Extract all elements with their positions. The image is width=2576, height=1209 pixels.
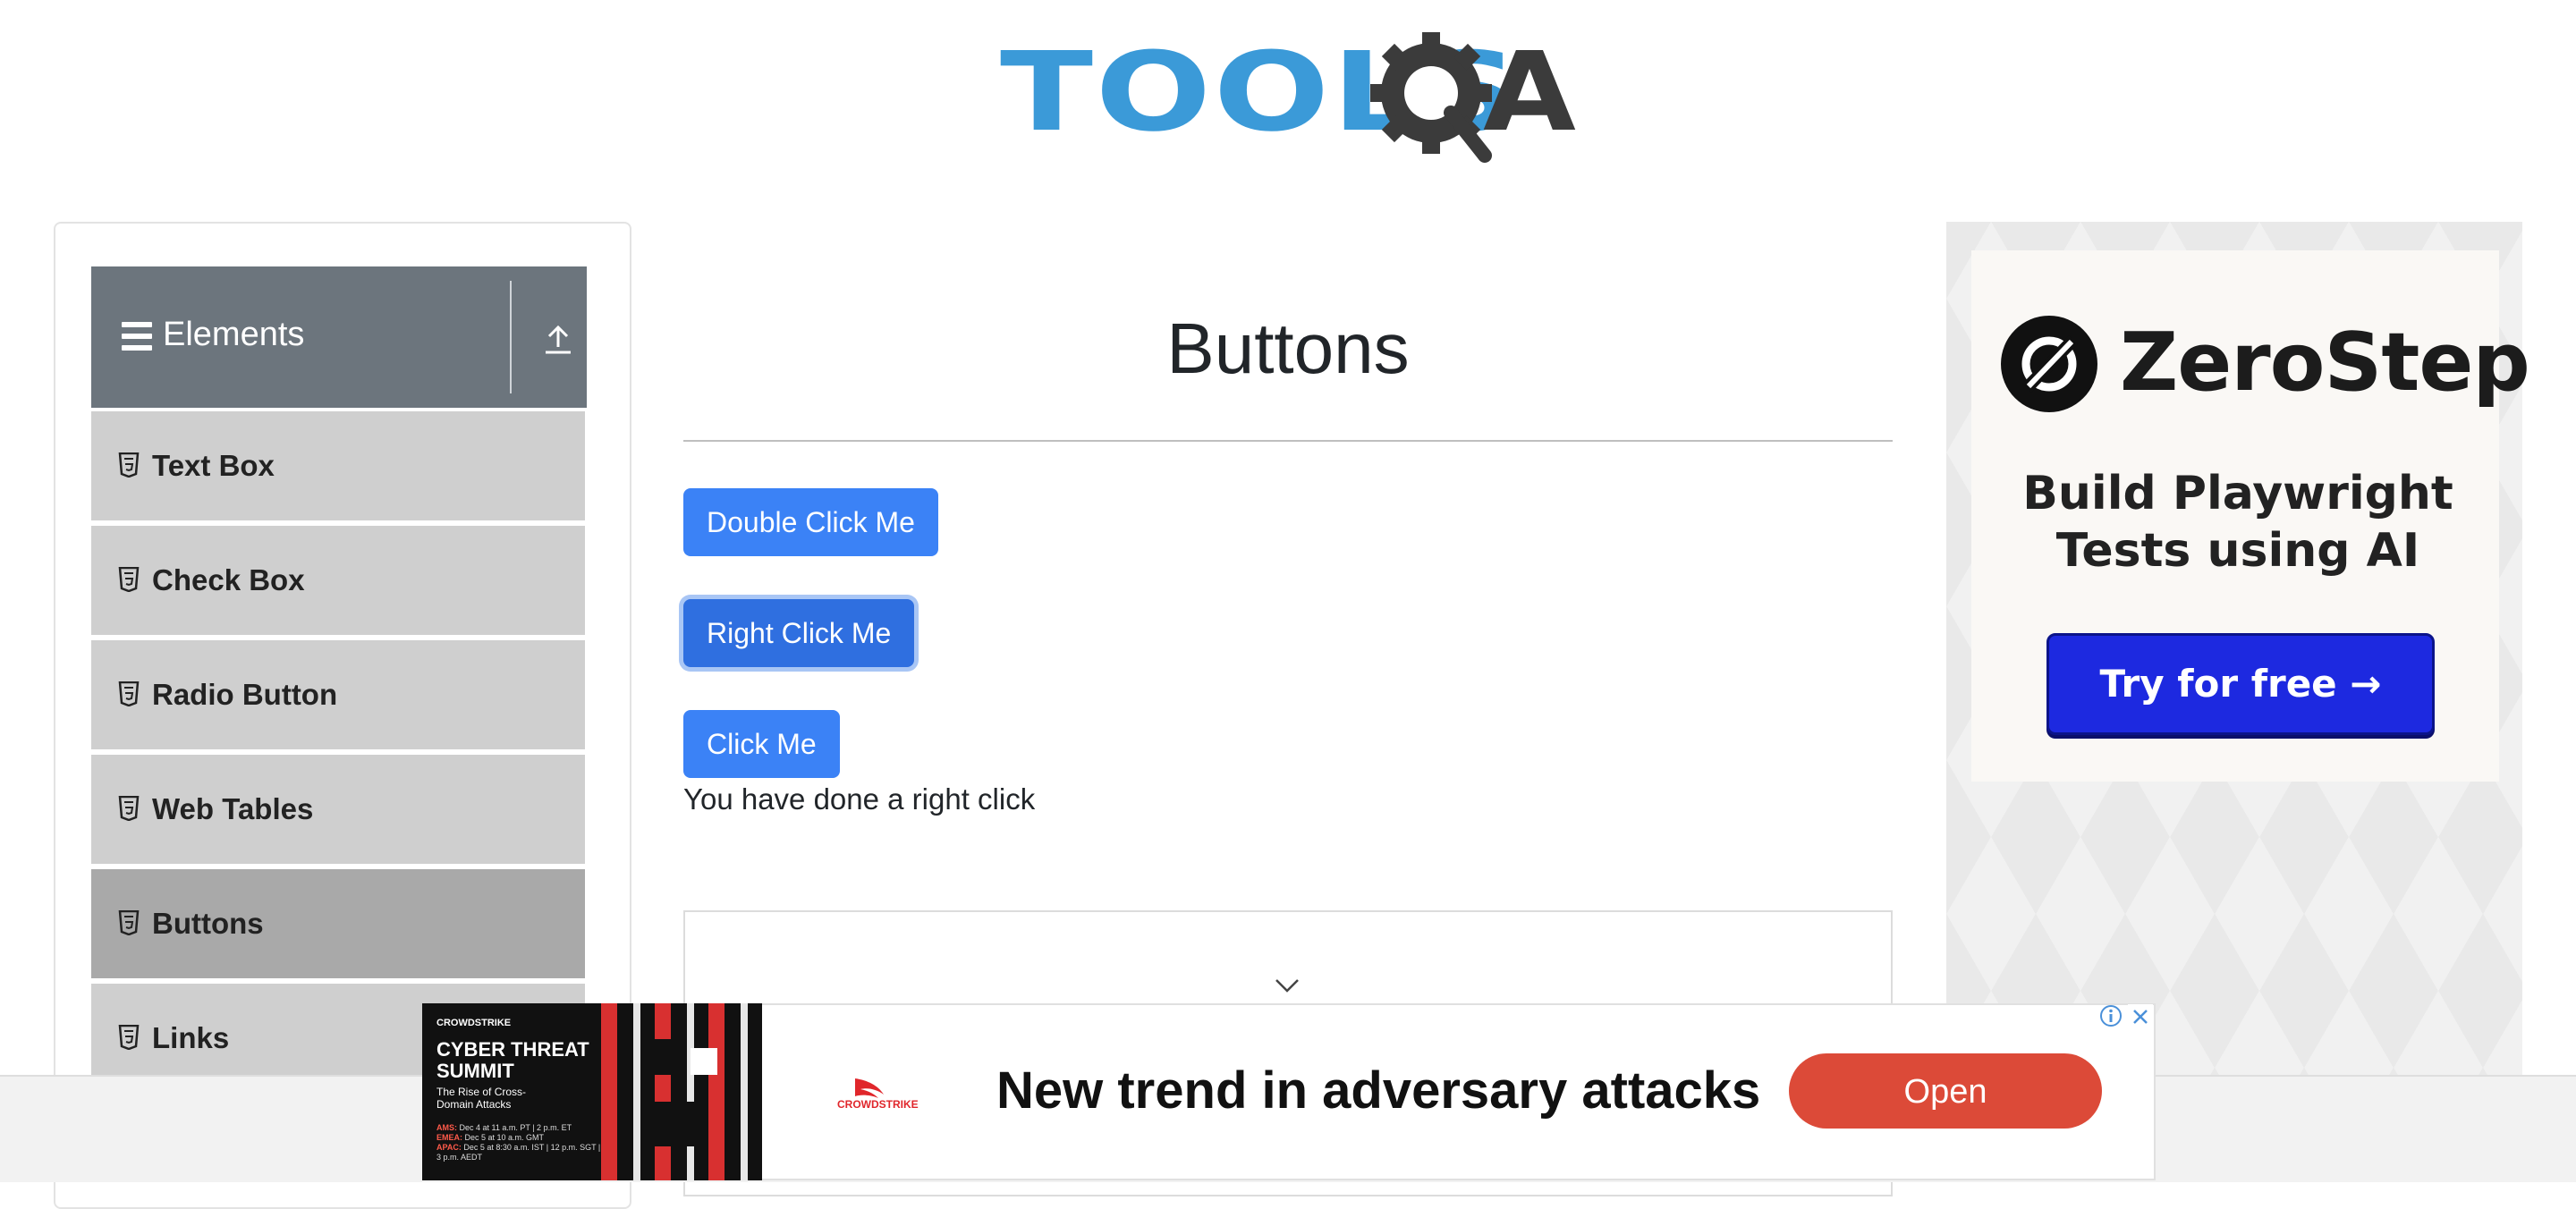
try-for-free-button[interactable]: Try for free →: [2046, 633, 2435, 735]
collapse-upload-icon[interactable]: [540, 322, 576, 358]
right-click-button[interactable]: Right Click Me: [683, 599, 915, 667]
click-me-button[interactable]: Click Me: [683, 710, 840, 778]
banner-event-title: CYBER THREAT SUMMIT: [436, 1038, 589, 1082]
zerostep-tagline: Build Playwright Tests using AI: [2022, 467, 2453, 578]
chevron-down-icon[interactable]: [1274, 975, 1301, 998]
banner-brand-small: CROWDSTRIKE: [436, 1018, 512, 1028]
page-title: Buttons: [1166, 309, 1410, 388]
elements-group-header[interactable]: Elements: [91, 266, 587, 408]
sidebar-item-label: Radio Button: [152, 678, 338, 711]
sidebar-item-radio-button[interactable]: Radio Button: [91, 638, 585, 749]
toolsqa-logo[interactable]: TOOLS A: [1000, 25, 1581, 168]
sidebar-item-web-tables[interactable]: Web Tables: [91, 753, 585, 864]
ad-info-icon[interactable]: [2098, 1003, 2123, 1028]
banner-headline: New trend in adversary attacks: [996, 1061, 1761, 1120]
html5-icon: [118, 1025, 140, 1050]
crowdstrike-logo-text: CROWDSTRIKE: [837, 1098, 919, 1111]
sidebar-item-label: Check Box: [152, 563, 305, 596]
sidebar-item-check-box[interactable]: Check Box: [91, 524, 585, 635]
logo-a-text: A: [1483, 29, 1576, 156]
sidebar-item-label: Links: [152, 1021, 230, 1054]
sidebar-item-label: Buttons: [152, 907, 264, 940]
html5-icon: [118, 910, 140, 935]
html5-icon: [118, 567, 140, 592]
zerostep-brand: ZeroStep: [2120, 316, 2530, 410]
html5-icon: [118, 796, 140, 821]
banner-event-dates: AMS: Dec 4 at 11 a.m. PT | 2 p.m. ET EME…: [436, 1123, 601, 1162]
ad-close-icon[interactable]: [2127, 1003, 2154, 1030]
html5-icon: [118, 452, 140, 478]
banner-open-button[interactable]: Open: [1789, 1053, 2102, 1129]
title-divider: [683, 440, 1893, 442]
double-click-button[interactable]: Double Click Me: [683, 488, 938, 556]
right-click-message: You have done a right click: [683, 782, 1036, 816]
sidebar-item-label: Web Tables: [152, 792, 314, 825]
hamburger-icon: [122, 322, 152, 352]
zerostep-logo-icon: [2001, 316, 2097, 412]
sidebar-item-label: Text Box: [152, 449, 275, 482]
divider: [510, 281, 512, 393]
sidebar-item-text-box[interactable]: Text Box: [91, 410, 585, 520]
sidebar-item-buttons[interactable]: Buttons: [91, 867, 585, 978]
group-title: Elements: [163, 316, 305, 353]
banner-event-subtitle: The Rise of Cross-Domain Attacks: [436, 1086, 527, 1111]
html5-icon: [118, 681, 140, 706]
